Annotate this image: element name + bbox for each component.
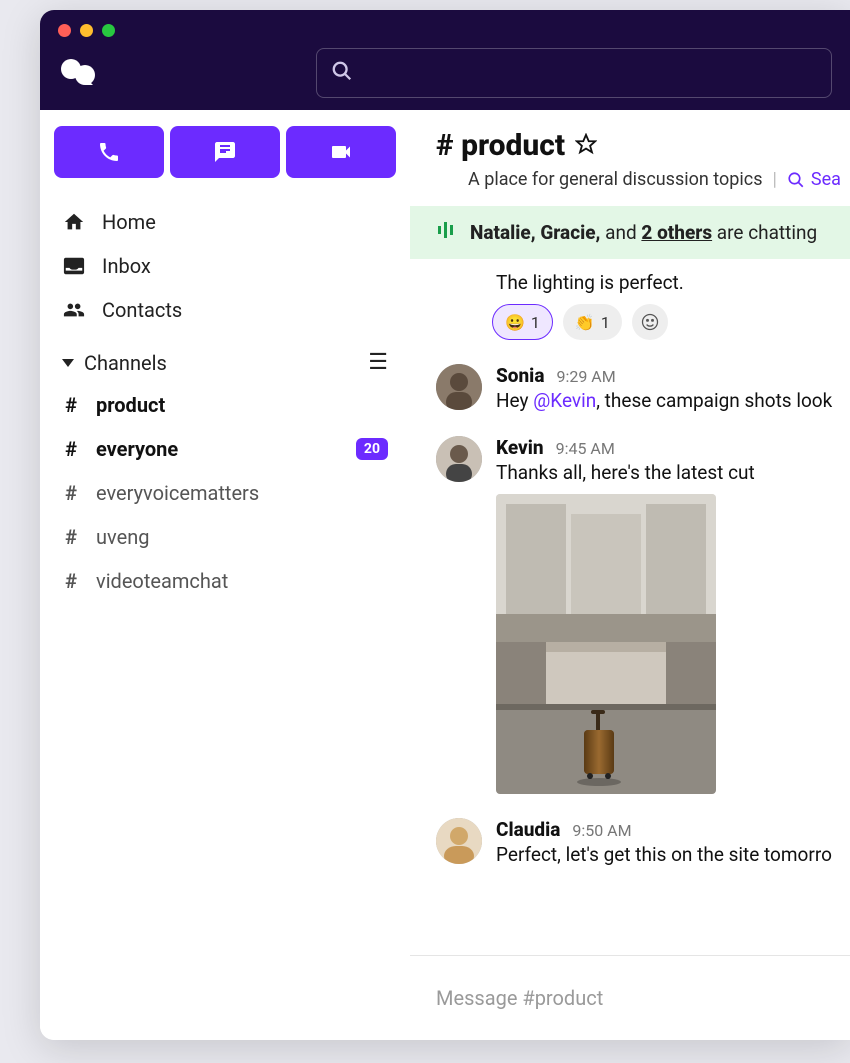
app-window: Home Inbox Contacts Channels ☰ # product [40, 10, 850, 1040]
video-button[interactable] [286, 126, 396, 178]
add-reaction-button[interactable] [632, 304, 668, 340]
message-list: The lighting is perfect. 😀 1 👏 1 [410, 259, 850, 955]
channel-search-label: Sea [811, 169, 841, 190]
message-row: Sonia 9:29 AM Hey @Kevin, these campaign… [436, 364, 850, 412]
reaction-smile[interactable]: 😀 1 [492, 304, 553, 340]
channel-item-videoteamchat[interactable]: # videoteamchat [54, 559, 396, 603]
channel-name: everyvoicematters [96, 481, 259, 505]
hash-icon: # [62, 481, 80, 505]
channel-name: videoteamchat [96, 569, 228, 593]
caret-down-icon [62, 359, 74, 367]
message-author: Claudia [496, 818, 560, 841]
channels-section-header[interactable]: Channels ☰ [54, 332, 396, 383]
channel-title-text: # product [436, 128, 565, 163]
sidebar-item-home[interactable]: Home [54, 200, 396, 244]
channel-item-everyone[interactable]: # everyone 20 [54, 427, 396, 471]
channel-search-link[interactable]: Sea [787, 169, 841, 190]
composer-placeholder: Message #product [436, 986, 603, 1010]
sidebar-item-inbox[interactable]: Inbox [54, 244, 396, 288]
message-time: 9:29 AM [556, 367, 615, 386]
star-icon[interactable] [575, 128, 597, 163]
previous-message-text: The lighting is perfect. [496, 271, 850, 294]
reactions-row: 😀 1 👏 1 [492, 304, 850, 340]
main-pane: # product A place for general discussion… [410, 110, 850, 1040]
reaction-count: 1 [601, 313, 610, 332]
app-body: Home Inbox Contacts Channels ☰ # product [40, 110, 850, 1040]
sidebar-item-label: Home [102, 210, 156, 234]
message-time: 9:50 AM [572, 821, 631, 840]
sidebar: Home Inbox Contacts Channels ☰ # product [40, 110, 410, 1040]
hash-icon: # [62, 569, 80, 593]
hash-icon: # [62, 437, 80, 461]
call-button[interactable] [54, 126, 164, 178]
sidebar-item-label: Inbox [102, 254, 151, 278]
minimize-window-button[interactable] [80, 24, 93, 37]
mention[interactable]: @Kevin [533, 389, 596, 412]
hash-icon: # [62, 393, 80, 417]
global-search-input[interactable] [316, 48, 832, 98]
channel-name: everyone [96, 437, 178, 461]
channel-name: uveng [96, 525, 149, 549]
reaction-emoji: 😀 [505, 313, 525, 332]
sidebar-item-label: Contacts [102, 298, 182, 322]
reaction-count: 1 [531, 313, 540, 332]
reaction-clap[interactable]: 👏 1 [563, 304, 622, 340]
app-logo [58, 53, 98, 93]
avatar[interactable] [436, 436, 482, 482]
message-text: Thanks all, here's the latest cut [496, 461, 850, 484]
message-time: 9:45 AM [556, 439, 615, 458]
chatting-banner[interactable]: Natalie, Gracie, and 2 others are chatti… [410, 206, 850, 259]
channel-name: product [96, 393, 165, 417]
channel-description: A place for general discussion topics [468, 169, 763, 190]
message-row: Claudia 9:50 AM Perfect, let's get this … [436, 818, 850, 866]
home-icon [62, 211, 86, 233]
message-button[interactable] [170, 126, 280, 178]
channel-title: # product [436, 128, 850, 163]
message-author: Kevin [496, 436, 544, 459]
channel-item-uveng[interactable]: # uveng [54, 515, 396, 559]
message-row: Kevin 9:45 AM Thanks all, here's the lat… [436, 436, 850, 794]
avatar[interactable] [436, 818, 482, 864]
avatar[interactable] [436, 364, 482, 410]
message-text: Hey @Kevin, these campaign shots look [496, 389, 850, 412]
close-window-button[interactable] [58, 24, 71, 37]
image-attachment[interactable] [496, 494, 716, 794]
divider: | [773, 169, 777, 190]
reaction-emoji: 👏 [575, 313, 595, 332]
contacts-icon [62, 299, 86, 321]
message-text: Perfect, let's get this on the site tomo… [496, 843, 850, 866]
channels-label: Channels [84, 351, 167, 375]
window-controls [58, 24, 115, 37]
channel-item-everyvoicematters[interactable]: # everyvoicematters [54, 471, 396, 515]
message-composer[interactable]: Message #product [410, 955, 850, 1040]
sidebar-item-contacts[interactable]: Contacts [54, 288, 396, 332]
hash-icon: # [62, 525, 80, 549]
titlebar [40, 10, 850, 110]
inbox-icon [62, 255, 86, 277]
quick-actions [54, 126, 396, 178]
audio-bars-icon [436, 220, 456, 245]
channel-item-product[interactable]: # product [54, 383, 396, 427]
maximize-window-button[interactable] [102, 24, 115, 37]
search-icon [331, 60, 353, 86]
chatting-text: Natalie, Gracie, and 2 others are chatti… [470, 221, 817, 244]
unread-badge: 20 [356, 438, 388, 460]
message-author: Sonia [496, 364, 544, 387]
channel-options-icon[interactable]: ☰ [368, 350, 388, 375]
channel-header: # product A place for general discussion… [410, 110, 850, 206]
